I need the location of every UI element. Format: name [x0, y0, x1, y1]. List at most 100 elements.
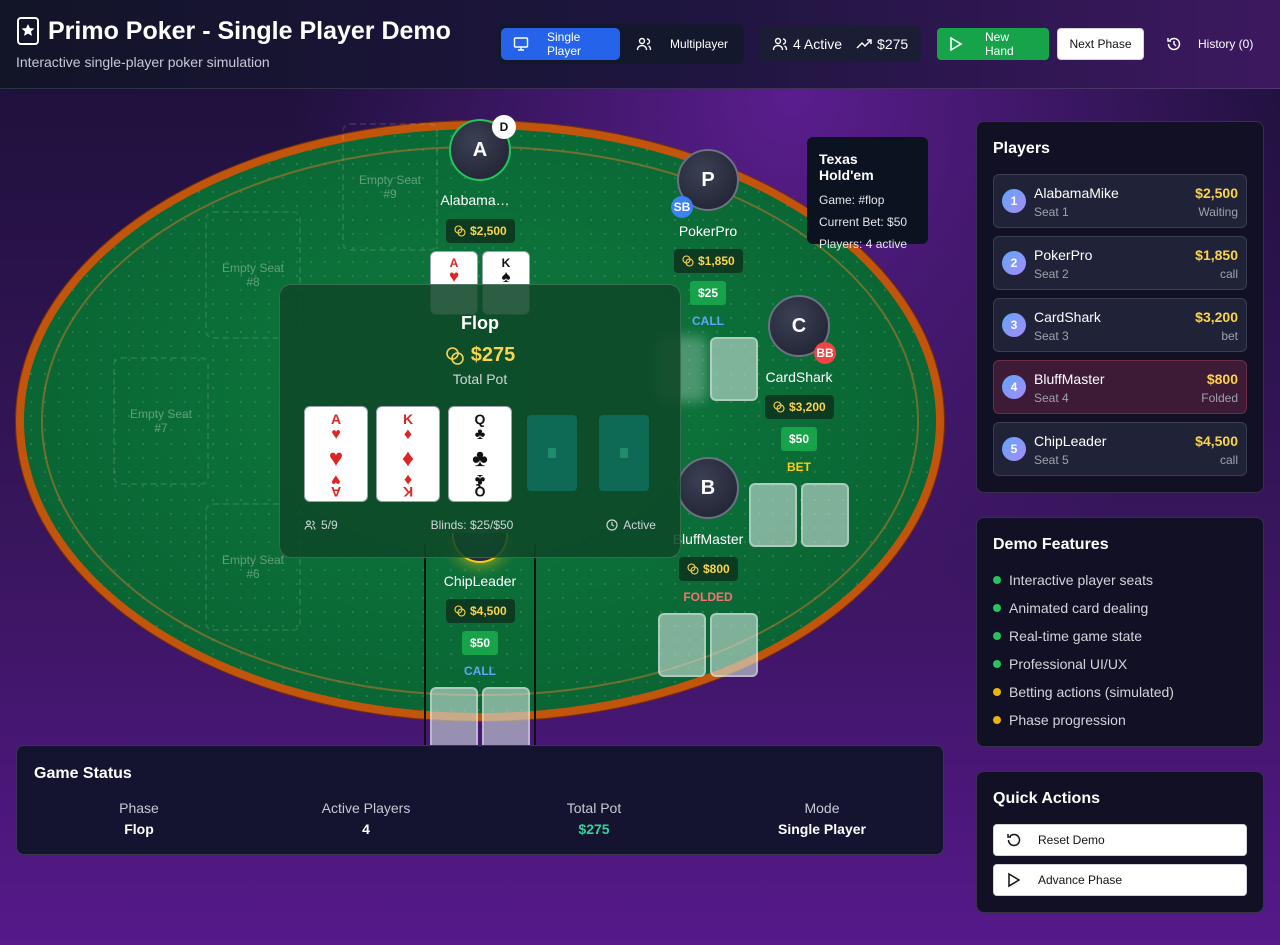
feature-item: Real-time game state — [993, 628, 1142, 644]
avatar-bluffmaster[interactable]: B — [677, 457, 739, 519]
player-row[interactable]: 3 CardShark Seat 3 $3,200 bet — [993, 298, 1247, 352]
next-phase-button[interactable]: Next Phase — [1057, 28, 1144, 60]
pot-amount-row: $275 — [280, 344, 680, 367]
chip-stack-cardshark: $3,200 — [765, 395, 834, 419]
hole-card-back — [430, 687, 478, 751]
pot-total: $275 — [856, 36, 908, 52]
card-suit: ♣ — [474, 426, 486, 443]
blinds-text: Blinds: $25/$50 — [430, 518, 514, 532]
status-dot — [993, 576, 1001, 584]
players-count-text: Players: 4 active — [819, 237, 908, 251]
status-label: Mode — [804, 800, 840, 816]
community-card: Q ♣ ♣ ♣ Q — [448, 406, 512, 502]
status-value: Flop — [124, 821, 154, 837]
player-name-cardshark: CardShark — [765, 369, 833, 385]
empty-seat-7[interactable]: Empty Seat #7 — [113, 357, 209, 485]
community-card: K ♦ ♦ ♦ K — [376, 406, 440, 502]
play-icon — [1006, 872, 1022, 888]
active-players-text: 4 Active — [793, 36, 843, 52]
player-name-chipleader: ChipLeader — [443, 573, 517, 589]
player-name: CardShark — [1034, 309, 1101, 325]
card-suit: ♥ — [448, 267, 460, 286]
play-icon — [949, 36, 963, 52]
clock-icon — [606, 519, 618, 531]
empty-seat-9[interactable]: Empty Seat #9 — [342, 123, 438, 251]
empty-seat-label: Empty Seat — [129, 407, 193, 421]
status-dot — [993, 604, 1001, 612]
player-number: 1 — [1002, 189, 1026, 213]
hole-card-back — [710, 613, 758, 677]
coins-icon — [454, 605, 466, 617]
player-row[interactable]: 5 ChipLeader Seat 5 $4,500 call — [993, 422, 1247, 476]
rotate-ccw-icon — [1006, 832, 1022, 848]
new-hand-button[interactable]: New Hand — [937, 28, 1049, 60]
feature-item: Betting actions (simulated) — [993, 684, 1174, 700]
player-name: AlabamaMike — [1034, 185, 1119, 201]
card-suit-center: ♦ — [401, 445, 415, 472]
feature-item: Professional UI/UX — [993, 656, 1127, 672]
multiplayer-tab[interactable]: Multiplayer — [624, 28, 740, 60]
users-icon — [304, 519, 316, 531]
status-active-players: Active Players 4 — [251, 800, 481, 837]
chip-amount: $1,850 — [698, 254, 735, 268]
app-title: Primo Poker - Single Player Demo — [16, 16, 451, 46]
chip-amount: $4,500 — [470, 604, 507, 618]
player-name: PokerPro — [1034, 247, 1093, 263]
hole-card-back — [482, 687, 530, 751]
player-name: ChipLeader — [1034, 433, 1107, 449]
players-title: Players — [993, 140, 1050, 157]
coins-icon — [687, 563, 699, 575]
game-id-text: Game: #flop — [819, 193, 885, 207]
coins-icon — [445, 346, 465, 366]
card-suit-center: ♥ — [328, 445, 344, 472]
history-button[interactable]: History (0) — [1156, 28, 1266, 60]
advance-phase-label: Advance Phase — [1038, 873, 1123, 887]
card-suit-center: ♣ — [472, 445, 488, 472]
seat-count-text: 5/9 — [321, 518, 338, 532]
feature-item: Phase progression — [993, 712, 1126, 728]
feature-item: Interactive player seats — [993, 572, 1153, 588]
card-rank: Q — [474, 411, 486, 427]
pot-amount: $275 — [470, 344, 516, 366]
status-dot — [993, 716, 1001, 724]
monitor-icon — [513, 36, 529, 52]
status-value: Single Player — [778, 821, 866, 837]
quick-actions-panel: Quick Actions Reset Demo Advance Phase — [976, 771, 1264, 913]
users-icon — [772, 36, 788, 52]
reset-demo-label: Reset Demo — [1038, 833, 1105, 847]
card-back-river — [599, 415, 649, 491]
player-amount: $3,200 — [1195, 309, 1238, 325]
status-value: $275 — [578, 821, 610, 837]
player-status: Waiting — [1198, 205, 1238, 219]
history-label: History (0) — [1198, 37, 1254, 51]
player-seat: Seat 3 — [1034, 329, 1069, 343]
card-suit: ♠ — [501, 267, 511, 286]
player-name: BluffMaster — [1034, 371, 1105, 387]
bet-amount-chipleader: $50 — [462, 631, 499, 655]
history-icon — [1166, 36, 1182, 52]
bet-amount-pokerpro: $25 — [690, 281, 727, 305]
users-icon — [636, 36, 652, 52]
reset-demo-button[interactable]: Reset Demo — [993, 824, 1247, 856]
player-row[interactable]: 1 AlabamaMike Seat 1 $2,500 Waiting — [993, 174, 1247, 228]
status-label: Total Pot — [566, 800, 622, 816]
demo-features-title: Demo Features — [993, 536, 1109, 553]
player-seat: Seat 1 — [1034, 205, 1069, 219]
single-player-tab[interactable]: Single Player — [501, 28, 620, 60]
chip-stack-bluffmaster: $800 — [679, 557, 738, 581]
player-name-alabamamike: Alabama… — [440, 192, 510, 208]
player-row[interactable]: 4 BluffMaster Seat 4 $800 Folded — [993, 360, 1247, 414]
player-row[interactable]: 2 PokerPro Seat 2 $1,850 call — [993, 236, 1247, 290]
player-status: call — [1219, 267, 1238, 281]
big-blind-badge: BB — [814, 342, 836, 364]
advance-phase-button[interactable]: Advance Phase — [993, 864, 1247, 896]
page-subtitle: Interactive single-player poker simulati… — [16, 54, 270, 70]
empty-seat-label: Empty Seat — [221, 261, 285, 275]
empty-seat-number: #6 — [246, 567, 260, 581]
status-dot — [993, 660, 1001, 668]
player-amount: $800 — [1206, 371, 1238, 387]
card-back-mark — [620, 448, 628, 458]
trending-up-icon — [856, 36, 872, 52]
mode-switch: Single Player Multiplayer — [497, 24, 744, 64]
pot-footer: 5/9 Blinds: $25/$50 Active — [304, 518, 656, 532]
